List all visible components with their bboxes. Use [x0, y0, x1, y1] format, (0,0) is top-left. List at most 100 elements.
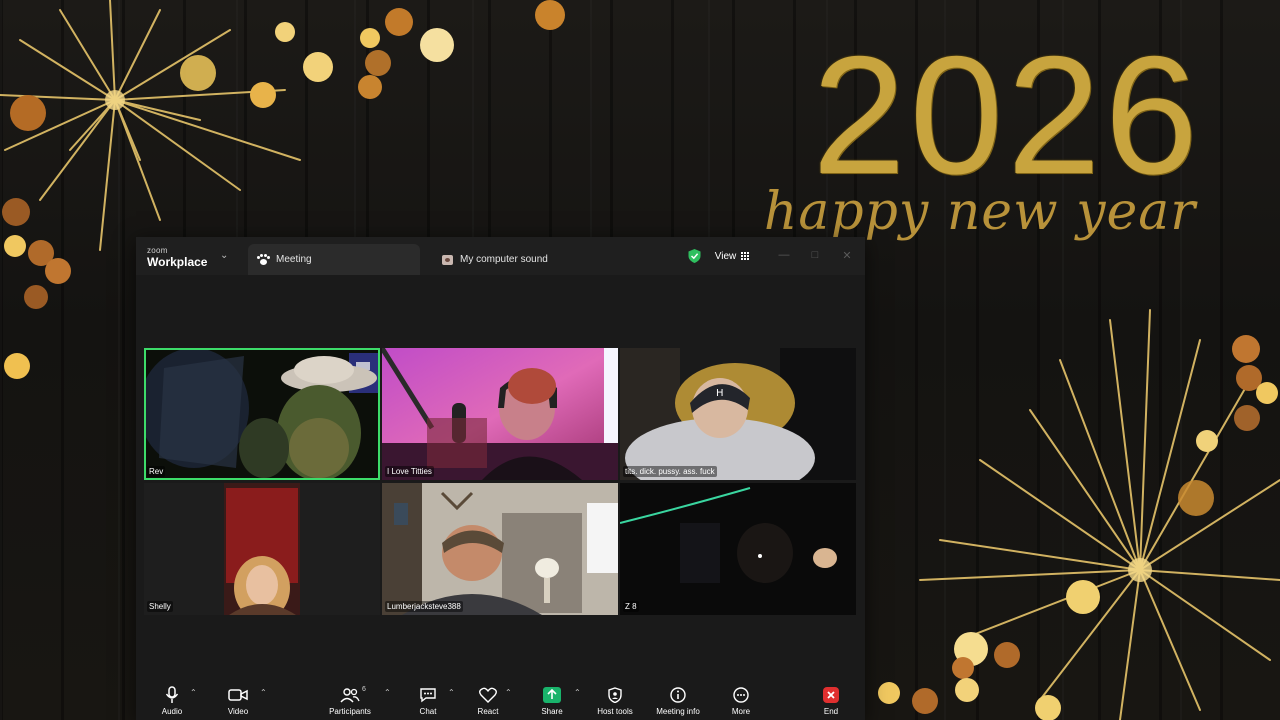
bokeh-light — [4, 353, 30, 379]
share-options-chevron-icon[interactable]: ⌃ — [574, 688, 581, 697]
video-camera-icon — [228, 686, 248, 704]
participant-video-3: H — [620, 348, 856, 480]
bokeh-light — [385, 8, 413, 36]
new-year-greeting-text: happy new year — [763, 182, 1197, 242]
video-tile[interactable]: Z 8 — [620, 483, 856, 615]
participant-name-label: Shelly — [147, 601, 173, 612]
participant-name-label: Z 8 — [623, 601, 639, 612]
bokeh-light — [420, 28, 454, 62]
zoom-workplace-logo[interactable]: zoom Workplace — [147, 246, 208, 269]
video-tile[interactable]: I Love Titties — [382, 348, 618, 480]
microphone-icon — [165, 686, 179, 704]
svg-text:H: H — [716, 388, 724, 399]
bokeh-light — [1178, 480, 1214, 516]
end-call-icon — [823, 686, 839, 704]
info-icon — [670, 686, 686, 704]
minimize-button[interactable]: — — [776, 247, 792, 263]
chat-label: Chat — [419, 707, 437, 716]
bokeh-light — [1256, 382, 1278, 404]
bokeh-light — [1196, 430, 1218, 452]
host-tools-button[interactable]: Host tools — [585, 686, 645, 716]
share-label: Share — [541, 707, 563, 716]
video-tile[interactable]: Rev — [144, 348, 380, 480]
bokeh-light — [1234, 405, 1260, 431]
close-button[interactable]: ✕ — [839, 247, 855, 263]
bokeh-light — [45, 258, 71, 284]
title-bar: zoom Workplace ⌄ Meeting My computer sou… — [136, 237, 865, 275]
security-shield-icon[interactable] — [688, 249, 701, 263]
zoom-meeting-window: zoom Workplace ⌄ Meeting My computer sou… — [136, 237, 865, 720]
participants-label: Participants — [329, 707, 371, 716]
end-label: End — [823, 707, 839, 716]
participant-video-rev — [144, 348, 380, 480]
bokeh-light — [955, 678, 979, 702]
video-options-chevron-icon[interactable]: ⌃ — [260, 688, 267, 697]
maximize-button[interactable]: □ — [807, 247, 823, 263]
participants-button[interactable]: Participants — [320, 686, 380, 716]
participants-icon — [340, 686, 360, 704]
video-tile[interactable]: Lumberjacksteve388 — [382, 483, 618, 615]
participant-name-label: Lumberjacksteve388 — [385, 601, 463, 612]
chat-icon — [419, 686, 437, 704]
video-button[interactable]: Video — [208, 686, 268, 716]
react-options-chevron-icon[interactable]: ⌃ — [505, 688, 512, 697]
meeting-info-button[interactable]: Meeting info — [648, 686, 708, 716]
chat-options-chevron-icon[interactable]: ⌃ — [448, 688, 455, 697]
end-meeting-button[interactable]: End — [801, 686, 861, 716]
bokeh-light — [360, 28, 380, 48]
tab-meeting[interactable]: Meeting — [248, 244, 420, 275]
bokeh-light — [365, 50, 391, 76]
bokeh-light — [275, 22, 295, 42]
tab-computer-sound[interactable]: My computer sound — [432, 244, 602, 275]
video-grid: Rev I Love Titties H tits. dick. pussy. … — [144, 348, 857, 615]
participant-name-label: Rev — [147, 466, 166, 477]
bokeh-light — [2, 198, 30, 226]
chevron-down-icon[interactable]: ⌄ — [220, 250, 228, 261]
participants-options-chevron-icon[interactable]: ⌃ — [384, 688, 391, 697]
participant-video-z8 — [620, 483, 856, 615]
video-tile[interactable]: Shelly — [144, 483, 380, 615]
video-tile[interactable]: H tits. dick. pussy. ass. fuck — [620, 348, 856, 480]
more-button[interactable]: More — [711, 686, 771, 716]
bokeh-light — [912, 688, 938, 714]
tab-computer-sound-label: My computer sound — [460, 254, 548, 265]
participant-video-i-love-titties — [382, 348, 618, 480]
participant-video-shelly — [144, 483, 380, 615]
participant-video-lumberjacksteve388 — [382, 483, 618, 615]
view-button[interactable]: View — [708, 245, 756, 267]
bokeh-light — [24, 285, 48, 309]
bokeh-light — [952, 657, 974, 679]
participants-count-badge: 6 — [362, 686, 366, 693]
shield-icon — [608, 686, 622, 704]
grid-view-icon — [741, 252, 750, 260]
new-year-year-text: 2026 — [812, 21, 1202, 209]
audio-label: Audio — [161, 707, 183, 716]
share-screen-icon — [543, 686, 561, 704]
logo-workplace-text: Workplace — [147, 255, 208, 269]
paw-icon — [256, 253, 270, 267]
video-label: Video — [227, 707, 249, 716]
audio-options-chevron-icon[interactable]: ⌃ — [190, 688, 197, 697]
bokeh-light — [358, 75, 382, 99]
react-label: React — [477, 707, 499, 716]
bokeh-light — [180, 55, 216, 91]
bokeh-light — [4, 235, 26, 257]
bokeh-light — [994, 642, 1020, 668]
bokeh-light — [535, 0, 565, 30]
bokeh-light — [1066, 580, 1100, 614]
share-button[interactable]: Share — [522, 686, 582, 716]
view-button-label: View — [714, 250, 737, 262]
bokeh-light — [10, 95, 46, 131]
bokeh-light — [1232, 335, 1260, 363]
host-tools-label: Host tools — [597, 707, 633, 716]
participant-name-label: tits. dick. pussy. ass. fuck — [623, 466, 717, 477]
bokeh-light — [1035, 695, 1061, 720]
meeting-toolbar: Audio ⌃ Video ⌃ Participants 6 ⌃ Chat ⌃ — [136, 678, 865, 720]
tab-meeting-label: Meeting — [276, 254, 312, 265]
participant-name-label: I Love Titties — [385, 466, 434, 477]
meeting-info-label: Meeting info — [656, 707, 700, 716]
more-label: More — [731, 707, 751, 716]
bokeh-light — [303, 52, 333, 82]
bokeh-light — [250, 82, 276, 108]
bokeh-light — [878, 682, 900, 704]
